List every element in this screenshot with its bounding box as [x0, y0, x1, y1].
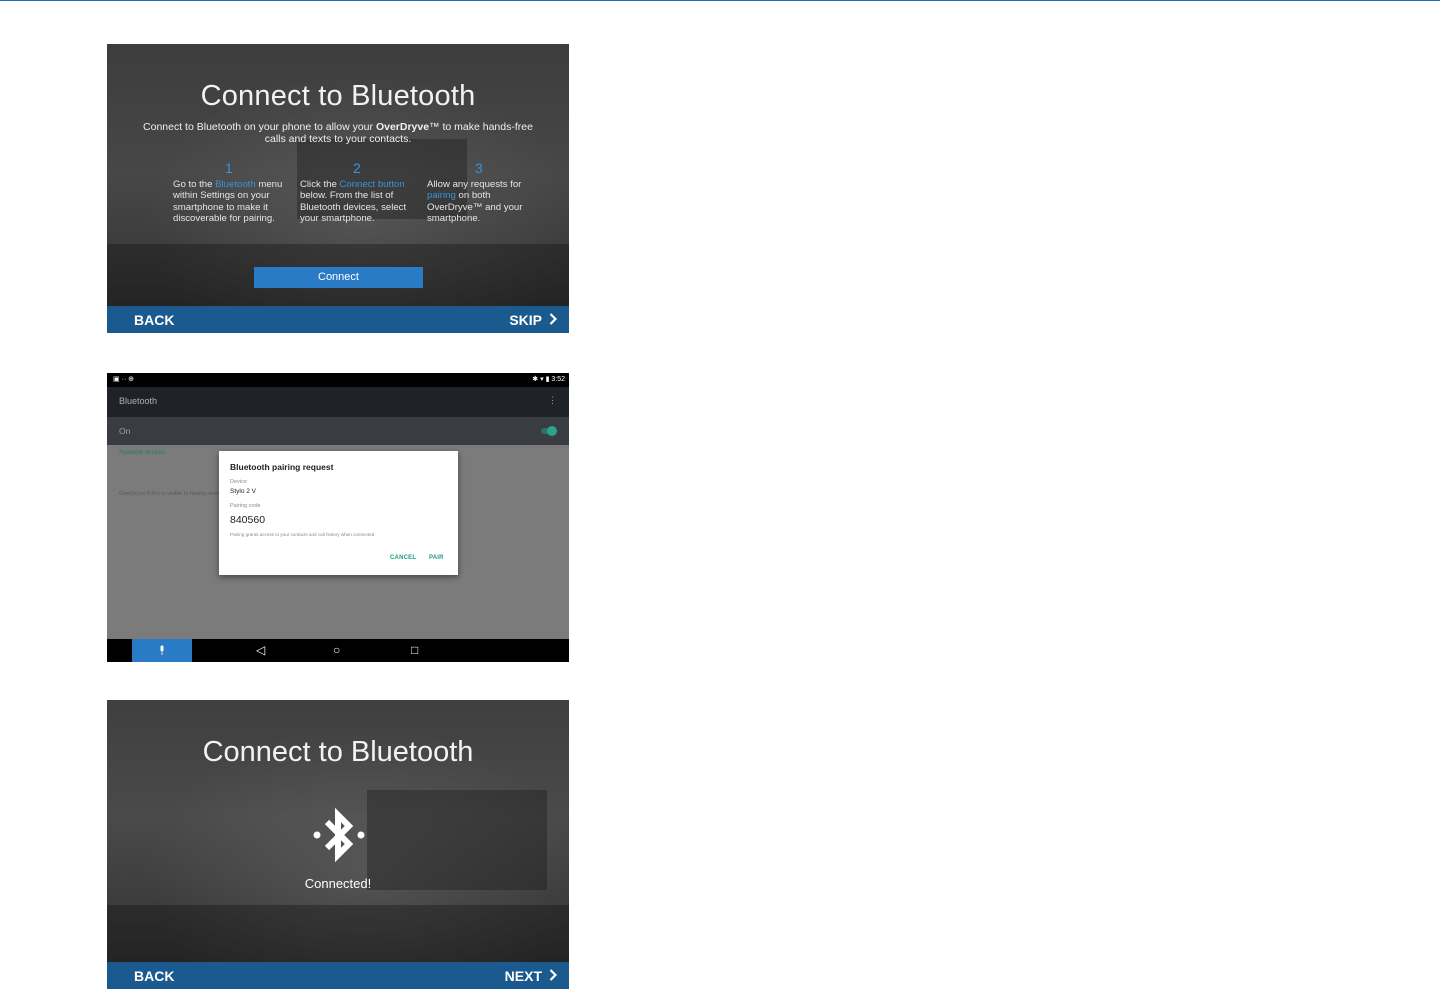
step-2: 2 Click the Connect button below. From th…: [300, 160, 412, 225]
device-value: Stylo 2 V: [230, 488, 257, 495]
connect-button[interactable]: Connect: [254, 267, 423, 288]
status-clock: ✱ ▾ ▮ 3:52: [532, 376, 565, 383]
toggle-label: On: [119, 426, 131, 436]
chevron-right-icon: [549, 962, 558, 989]
step-1: 1 Go to the Bluetooth menu within Setting…: [173, 160, 285, 225]
pair-button[interactable]: PAIR: [429, 555, 444, 561]
mic-button[interactable]: [132, 639, 192, 662]
step-number: 3: [475, 160, 483, 176]
step-number: 2: [353, 160, 361, 176]
dialog-title: Bluetooth pairing request: [230, 462, 334, 472]
screen-title: Bluetooth: [119, 396, 158, 406]
road-silhouette: [107, 905, 569, 963]
microphone-icon: [160, 645, 164, 655]
connect-bluetooth-screen: Connect to Bluetooth Connect to Bluetoot…: [107, 44, 569, 333]
page-title: Connect to Bluetooth: [200, 80, 476, 112]
truck-silhouette: [367, 790, 547, 890]
step-number: 1: [225, 160, 233, 176]
notification-icons: ▣ ·· ⊕: [113, 376, 135, 383]
step-highlight: Bluetooth: [215, 178, 256, 190]
top-divider: [0, 0, 1440, 1]
pairing-dialog: Bluetooth pairing request Device Stylo 2…: [219, 451, 458, 575]
android-bluetooth-settings: ▣ ·· ⊕ ✱ ▾ ▮ 3:52 Bluetooth ⋮ On Availab…: [107, 373, 569, 662]
device-label: Device: [230, 479, 247, 485]
action-bar: Bluetooth ⋮: [107, 387, 569, 417]
step-highlight: pairing: [427, 190, 456, 202]
toggle-switch[interactable]: [547, 426, 557, 436]
step-3: 3 Allow any requests for pairing on both …: [427, 160, 539, 225]
connection-status: Connected!: [304, 876, 372, 891]
bluetooth-icon: [313, 807, 365, 863]
pairing-note: Pairing grants access to your contacts a…: [230, 532, 375, 537]
cancel-button[interactable]: CANCEL: [390, 555, 416, 561]
bottom-navbar: BACK SKIP: [107, 306, 569, 333]
page-title: Connect to Bluetooth: [202, 736, 474, 768]
recents-icon[interactable]: □: [411, 643, 418, 657]
status-bar: ▣ ·· ⊕ ✱ ▾ ▮ 3:52: [107, 373, 569, 387]
system-nav-bar: ◁ ○ □: [107, 639, 569, 662]
bluetooth-connected-screen: Connect to Bluetooth Connected! BACK NEX…: [107, 700, 569, 989]
available-devices-header: Available devices: [119, 450, 166, 456]
overflow-menu-icon[interactable]: ⋮: [548, 395, 557, 406]
step-highlight: Connect button: [339, 178, 405, 190]
next-button[interactable]: NEXT: [505, 962, 558, 989]
home-icon[interactable]: ○: [333, 643, 340, 657]
back-button[interactable]: BACK: [134, 962, 174, 989]
bottom-navbar: BACK NEXT: [107, 962, 569, 989]
pairing-code-value: 840560: [230, 514, 266, 526]
back-icon[interactable]: ◁: [256, 643, 265, 657]
back-button[interactable]: BACK: [134, 306, 174, 333]
page-subtitle: Connect to Bluetooth on your phone to al…: [143, 121, 533, 145]
skip-button[interactable]: SKIP: [509, 306, 558, 333]
chevron-right-icon: [549, 306, 558, 333]
bluetooth-toggle-row[interactable]: On: [107, 417, 569, 445]
pairing-code-label: Pairing code: [230, 503, 261, 509]
